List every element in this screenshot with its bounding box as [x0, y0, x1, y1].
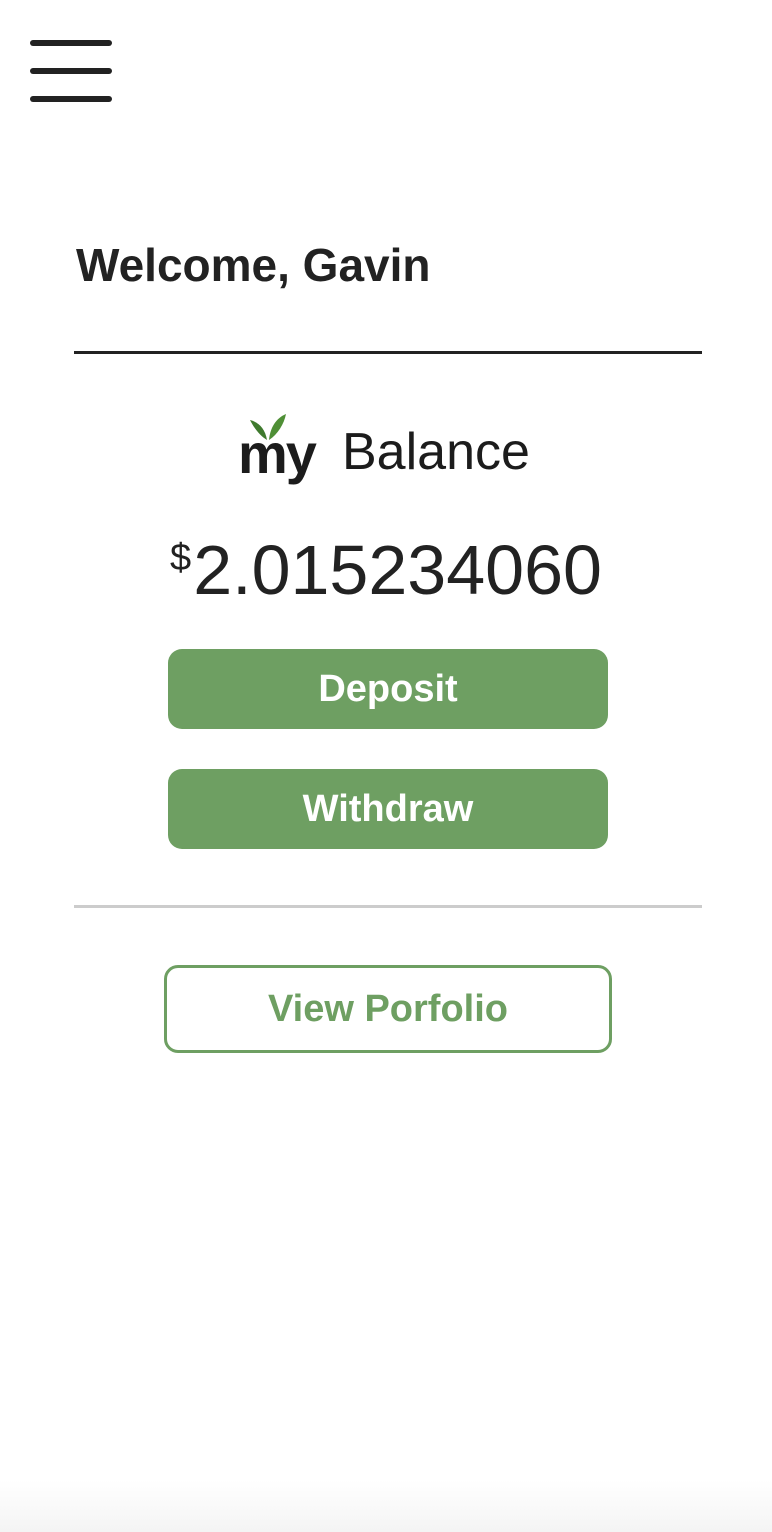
my-balance-logo: my Balance — [238, 408, 548, 498]
logo-word: Balance — [342, 423, 530, 481]
welcome-heading: Welcome, Gavin — [76, 239, 431, 291]
view-portfolio-button[interactable]: View Porfolio — [164, 965, 612, 1053]
balance-value: 2.015234060 — [193, 531, 602, 609]
logo-prefix: my — [238, 422, 317, 485]
withdraw-button[interactable]: Withdraw — [168, 769, 608, 849]
hamburger-menu-icon-bar — [30, 68, 112, 74]
menu-button[interactable] — [30, 38, 112, 104]
currency-symbol: $ — [170, 537, 192, 579]
hamburger-menu-icon — [30, 40, 112, 46]
section-divider — [74, 905, 702, 908]
hamburger-menu-icon-bar — [30, 96, 112, 102]
balance-amount: $2.015234060 — [0, 530, 772, 610]
header-divider — [74, 351, 702, 354]
deposit-button[interactable]: Deposit — [168, 649, 608, 729]
